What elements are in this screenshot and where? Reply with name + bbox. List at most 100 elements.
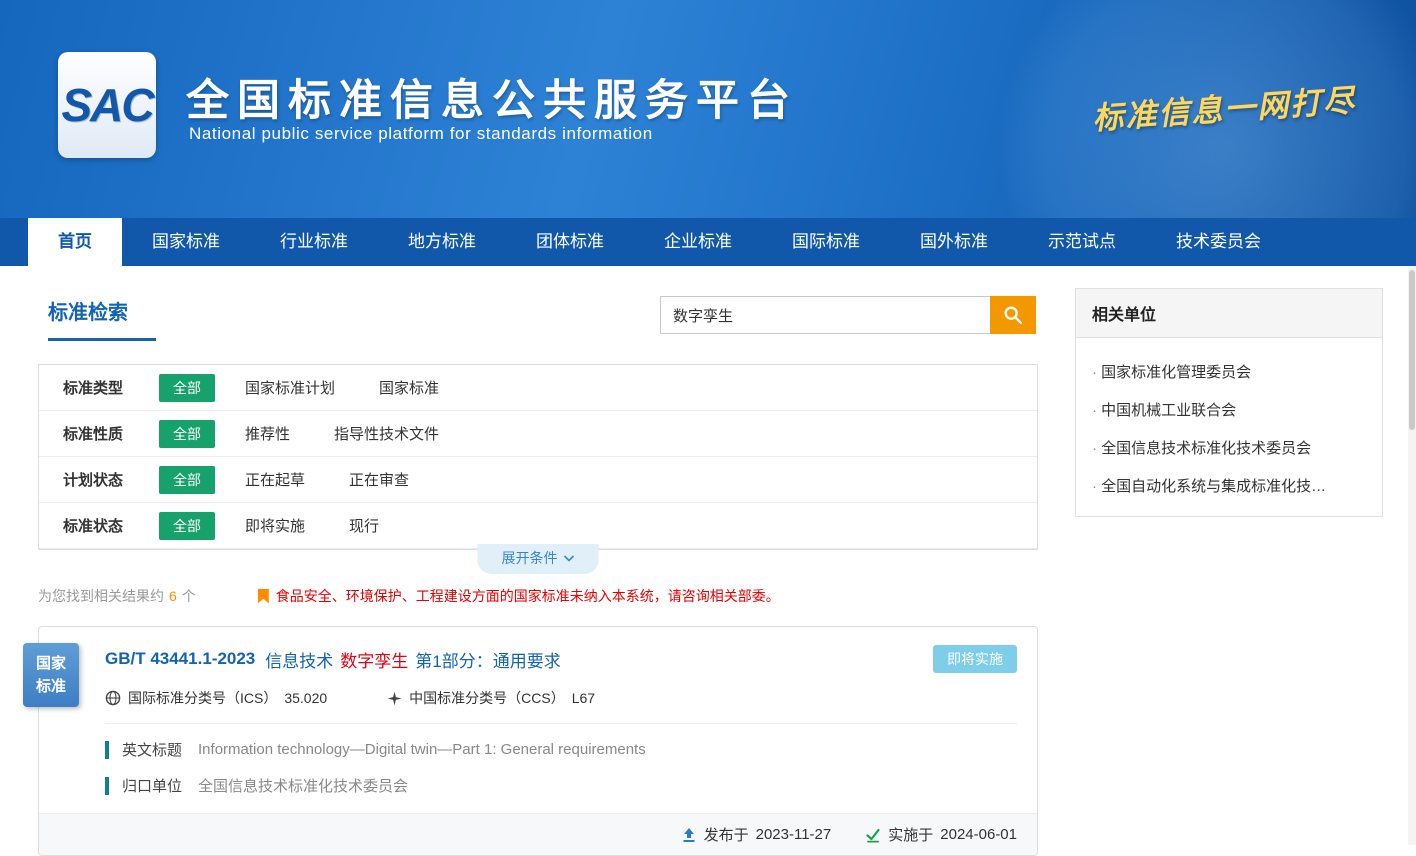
check-icon bbox=[865, 827, 881, 843]
search-input[interactable] bbox=[660, 296, 990, 334]
notice-text: 食品安全、环境保护、工程建设方面的国家标准未纳入本系统，请咨询相关部委。 bbox=[276, 586, 780, 606]
nav-item-enterprise-standards[interactable]: 企业标准 bbox=[634, 218, 762, 266]
related-units-panel: 相关单位 国家标准化管理委员会 中国机械工业联合会 全国信息技术标准化技术委员会… bbox=[1075, 288, 1383, 517]
globe-icon bbox=[105, 690, 121, 706]
filter-option[interactable]: 指导性技术文件 bbox=[334, 423, 439, 444]
nav-item-group-standards[interactable]: 团体标准 bbox=[506, 218, 634, 266]
search-button[interactable] bbox=[990, 296, 1036, 334]
result-count-suffix: 个 bbox=[182, 586, 196, 606]
filter-option[interactable]: 推荐性 bbox=[245, 423, 290, 444]
sidebar-column: 相关单位 国家标准化管理委员会 中国机械工业联合会 全国信息技术标准化技术委员会… bbox=[1075, 288, 1383, 856]
ccs-value: L67 bbox=[572, 690, 595, 706]
sidebar-item-it-committee[interactable]: 全国信息技术标准化技术委员会 bbox=[1092, 420, 1366, 458]
nav-item-home[interactable]: 首页 bbox=[28, 218, 122, 266]
filter-option[interactable]: 现行 bbox=[349, 515, 379, 536]
filter-option[interactable]: 即将实施 bbox=[245, 515, 305, 536]
content-area: 标准检索 标准类型 全部 国家标准计划 国家标准 bbox=[0, 266, 1416, 856]
filter-row-standard-type: 标准类型 全部 国家标准计划 国家标准 bbox=[39, 365, 1037, 411]
filter-all-button[interactable]: 全部 bbox=[159, 374, 215, 402]
publish-date-group: 发布于 2023-11-27 bbox=[681, 824, 832, 845]
nav-item-pilot[interactable]: 示范试点 bbox=[1018, 218, 1146, 266]
standard-code-link[interactable]: GB/T 43441.1-2023 bbox=[105, 649, 255, 669]
english-title-field: 英文标题 Information technology—Digital twin… bbox=[105, 739, 1017, 760]
card-meta-row: 国际标准分类号（ICS） 35.020 中国标准分类号（CCS） L67 bbox=[105, 688, 1017, 724]
committee-field: 归口单位 全国信息技术标准化技术委员会 bbox=[105, 775, 1017, 796]
implement-label: 实施于 bbox=[888, 824, 933, 845]
card-inner: GB/T 43441.1-2023 信息技术 数字孪生 第1部分：通用要求 即将… bbox=[39, 627, 1037, 796]
filter-option[interactable]: 正在审查 bbox=[349, 469, 409, 490]
badge-line1: 国家 bbox=[23, 652, 79, 675]
expand-conditions-label: 展开条件 bbox=[502, 548, 558, 568]
header-slogan: 标准信息一网打尽 bbox=[1091, 75, 1357, 138]
scrollbar-thumb[interactable] bbox=[1409, 270, 1415, 430]
nav-item-international-standards[interactable]: 国际标准 bbox=[762, 218, 890, 266]
filter-all-button[interactable]: 全部 bbox=[159, 466, 215, 494]
card-footer: 发布于 2023-11-27 实施于 2024-06-01 bbox=[39, 813, 1037, 855]
filter-label: 标准状态 bbox=[63, 515, 159, 536]
sac-logo[interactable]: SAC bbox=[58, 52, 156, 158]
publish-icon bbox=[681, 827, 697, 843]
filter-all-button[interactable]: 全部 bbox=[159, 420, 215, 448]
national-standard-badge: 国家 标准 bbox=[23, 643, 79, 707]
ics-group: 国际标准分类号（ICS） 35.020 bbox=[105, 688, 327, 708]
publish-date: 2023-11-27 bbox=[756, 826, 832, 843]
main-column: 标准检索 标准类型 全部 国家标准计划 国家标准 bbox=[38, 288, 1038, 856]
site-subtitle: National public service platform for sta… bbox=[189, 124, 653, 144]
related-units-title: 相关单位 bbox=[1076, 289, 1382, 338]
sidebar-item-automation[interactable]: 全国自动化系统与集成标准化技… bbox=[1092, 458, 1366, 496]
sidebar-item-sac[interactable]: 国家标准化管理委员会 bbox=[1092, 344, 1366, 382]
chevron-down-icon bbox=[564, 555, 575, 562]
sac-logo-text: SAC bbox=[61, 78, 152, 132]
results-summary-row: 为您找到相关结果约 6 个 食品安全、环境保护、工程建设方面的国家标准未纳入本系… bbox=[38, 586, 1038, 606]
filter-option[interactable]: 正在起草 bbox=[245, 469, 305, 490]
committee-label: 归口单位 bbox=[122, 775, 182, 796]
nav-item-industry-standards[interactable]: 行业标准 bbox=[250, 218, 378, 266]
site-title: 全国标准信息公共服务平台 bbox=[186, 66, 798, 128]
filter-label: 标准类型 bbox=[63, 377, 159, 398]
filter-label: 计划状态 bbox=[63, 469, 159, 490]
filter-option[interactable]: 国家标准 bbox=[379, 377, 439, 398]
search-box bbox=[660, 296, 1036, 334]
expand-conditions-button[interactable]: 展开条件 bbox=[478, 544, 599, 574]
related-units-list: 国家标准化管理委员会 中国机械工业联合会 全国信息技术标准化技术委员会 全国自动… bbox=[1076, 338, 1382, 516]
site-header: SAC 全国标准信息公共服务平台 National public service… bbox=[0, 0, 1416, 218]
sidebar-item-machinery[interactable]: 中国机械工业联合会 bbox=[1092, 382, 1366, 420]
standard-title-highlight[interactable]: 数字孪生 bbox=[340, 647, 408, 672]
publish-label: 发布于 bbox=[704, 824, 749, 845]
status-badge: 即将实施 bbox=[933, 645, 1017, 673]
standard-title-part2[interactable]: 第1部分：通用要求 bbox=[415, 647, 560, 672]
implement-date-group: 实施于 2024-06-01 bbox=[865, 824, 1017, 845]
standard-title-part1[interactable]: 信息技术 bbox=[265, 647, 333, 672]
main-nav: 首页 国家标准 行业标准 地方标准 团体标准 企业标准 国际标准 国外标准 示范… bbox=[0, 218, 1416, 266]
nav-item-technical-committee[interactable]: 技术委员会 bbox=[1146, 218, 1291, 266]
committee-value: 全国信息技术标准化技术委员会 bbox=[198, 775, 408, 796]
english-title-label: 英文标题 bbox=[122, 739, 182, 760]
english-title-value: Information technology—Digital twin—Part… bbox=[198, 741, 646, 758]
ics-label: 国际标准分类号（ICS） bbox=[128, 688, 277, 708]
scrollbar-track bbox=[1408, 266, 1416, 845]
filter-label: 标准性质 bbox=[63, 423, 159, 444]
bookmark-icon bbox=[258, 589, 269, 604]
filter-row-plan-status: 计划状态 全部 正在起草 正在审查 bbox=[39, 457, 1037, 503]
nav-item-foreign-standards[interactable]: 国外标准 bbox=[890, 218, 1018, 266]
ics-value: 35.020 bbox=[284, 690, 327, 706]
standard-result-card: 国家 标准 GB/T 43441.1-2023 信息技术 数字孪生 第1部分：通… bbox=[38, 626, 1038, 856]
search-section: 标准检索 bbox=[38, 288, 1038, 352]
result-count: 6 bbox=[169, 588, 177, 604]
page-title: 标准检索 bbox=[48, 288, 156, 341]
field-accent-bar bbox=[105, 741, 109, 759]
filter-row-standard-status: 标准状态 全部 即将实施 现行 bbox=[39, 503, 1037, 549]
ccs-label: 中国标准分类号（CCS） bbox=[409, 688, 565, 708]
filter-row-standard-nature: 标准性质 全部 推荐性 指导性技术文件 bbox=[39, 411, 1037, 457]
nav-item-local-standards[interactable]: 地方标准 bbox=[378, 218, 506, 266]
badge-line2: 标准 bbox=[23, 675, 79, 698]
search-icon bbox=[1002, 304, 1024, 326]
filter-option[interactable]: 国家标准计划 bbox=[245, 377, 335, 398]
notice-wrap: 食品安全、环境保护、工程建设方面的国家标准未纳入本系统，请咨询相关部委。 bbox=[258, 586, 780, 606]
compass-icon bbox=[387, 691, 402, 706]
filter-all-button[interactable]: 全部 bbox=[159, 512, 215, 540]
field-accent-bar bbox=[105, 777, 109, 795]
implement-date: 2024-06-01 bbox=[940, 826, 1017, 843]
result-count-prefix: 为您找到相关结果约 bbox=[38, 586, 164, 606]
nav-item-national-standards[interactable]: 国家标准 bbox=[122, 218, 250, 266]
